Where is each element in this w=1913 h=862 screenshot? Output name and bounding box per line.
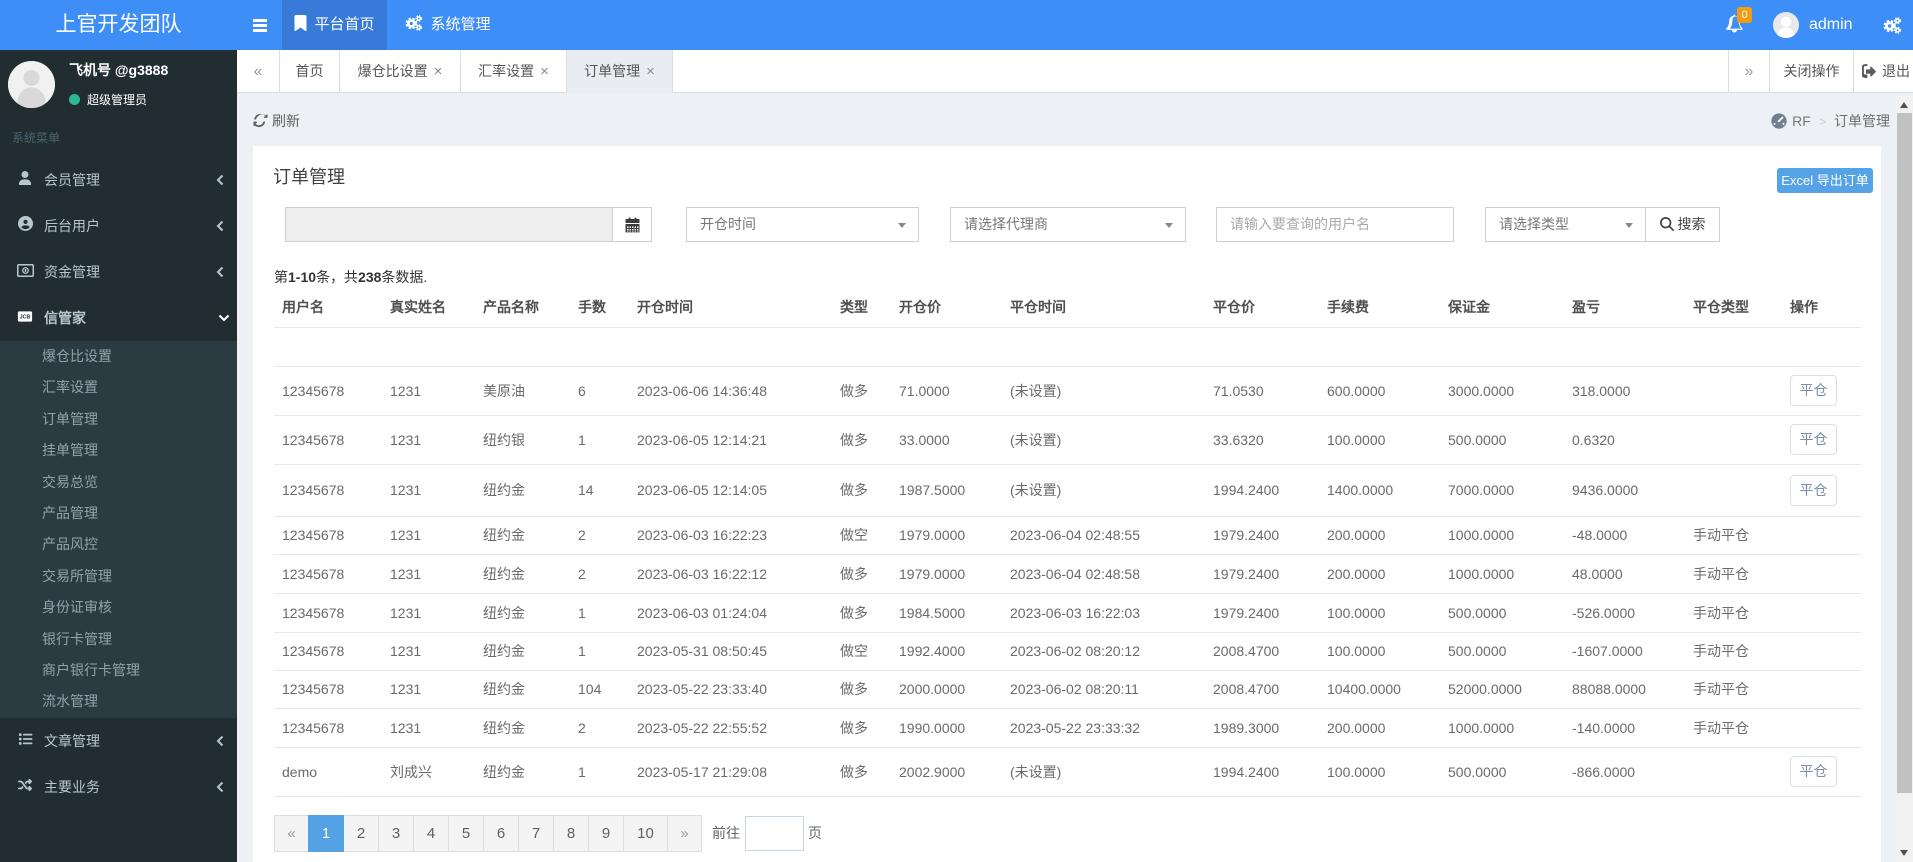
svg-text:JCB: JCB <box>20 314 31 320</box>
